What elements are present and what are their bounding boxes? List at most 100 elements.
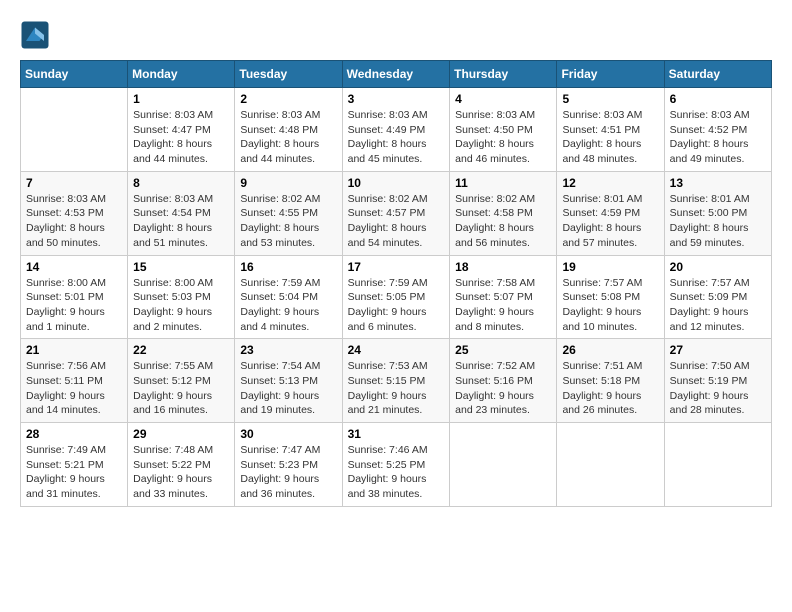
day-number: 28 — [26, 427, 122, 441]
calendar-header-row: SundayMondayTuesdayWednesdayThursdayFrid… — [21, 61, 772, 88]
calendar-cell: 28 Sunrise: 7:49 AMSunset: 5:21 PMDayligh… — [21, 423, 128, 507]
calendar-cell: 14Sunrise: 8:00 AMSunset: 5:01 PMDayligh… — [21, 255, 128, 339]
day-number: 5 — [562, 92, 658, 106]
day-number: 14 — [26, 260, 122, 274]
calendar-cell: 19 Sunrise: 7:57 AMSunset: 5:08 PMDayligh… — [557, 255, 664, 339]
calendar-week-row: 14Sunrise: 8:00 AMSunset: 5:01 PMDayligh… — [21, 255, 772, 339]
day-number: 8 — [133, 176, 229, 190]
calendar-cell: 25 Sunrise: 7:52 AMSunset: 5:16 PMDayligh… — [450, 339, 557, 423]
day-info: Sunrise: 7:56 AMSunset: 5:11 PMDaylight:… — [26, 359, 122, 418]
day-info: Sunrise: 8:00 AMSunset: 5:03 PMDaylight:… — [133, 276, 229, 335]
day-number: 16 — [240, 260, 336, 274]
day-info: Sunrise: 8:03 AMSunset: 4:52 PMDaylight:… — [670, 108, 766, 167]
day-info: Sunrise: 7:58 AMSunset: 5:07 PMDaylight:… — [455, 276, 551, 335]
day-number: 19 — [562, 260, 658, 274]
day-info: Sunrise: 8:01 AMSunset: 4:59 PMDaylight:… — [562, 192, 658, 251]
calendar-cell — [21, 88, 128, 172]
day-info: Sunrise: 8:03 AMSunset: 4:47 PMDaylight:… — [133, 108, 229, 167]
day-info: Sunrise: 7:57 AMSunset: 5:09 PMDaylight:… — [670, 276, 766, 335]
day-number: 4 — [455, 92, 551, 106]
weekday-header-saturday: Saturday — [664, 61, 771, 88]
calendar-cell — [664, 423, 771, 507]
day-number: 29 — [133, 427, 229, 441]
day-number: 25 — [455, 343, 551, 357]
calendar-cell: 22 Sunrise: 7:55 AMSunset: 5:12 PMDayligh… — [128, 339, 235, 423]
day-number: 10 — [348, 176, 445, 190]
day-number: 21 — [26, 343, 122, 357]
calendar-cell: 8 Sunrise: 8:03 AMSunset: 4:54 PMDaylight… — [128, 171, 235, 255]
calendar-week-row: 21 Sunrise: 7:56 AMSunset: 5:11 PMDayligh… — [21, 339, 772, 423]
day-number: 26 — [562, 343, 658, 357]
day-info: Sunrise: 8:03 AMSunset: 4:54 PMDaylight:… — [133, 192, 229, 251]
day-number: 7 — [26, 176, 122, 190]
day-info: Sunrise: 7:59 AMSunset: 5:04 PMDaylight:… — [240, 276, 336, 335]
calendar-cell: 4 Sunrise: 8:03 AMSunset: 4:50 PMDaylight… — [450, 88, 557, 172]
calendar-cell: 7 Sunrise: 8:03 AMSunset: 4:53 PMDaylight… — [21, 171, 128, 255]
day-number: 30 — [240, 427, 336, 441]
calendar-cell: 27 Sunrise: 7:50 AMSunset: 5:19 PMDayligh… — [664, 339, 771, 423]
calendar-cell: 26 Sunrise: 7:51 AMSunset: 5:18 PMDayligh… — [557, 339, 664, 423]
day-number: 3 — [348, 92, 445, 106]
day-info: Sunrise: 7:55 AMSunset: 5:12 PMDaylight:… — [133, 359, 229, 418]
calendar-cell: 2 Sunrise: 8:03 AMSunset: 4:48 PMDaylight… — [235, 88, 342, 172]
day-info: Sunrise: 7:50 AMSunset: 5:19 PMDaylight:… — [670, 359, 766, 418]
day-info: Sunrise: 7:52 AMSunset: 5:16 PMDaylight:… — [455, 359, 551, 418]
weekday-header-sunday: Sunday — [21, 61, 128, 88]
day-info: Sunrise: 7:53 AMSunset: 5:15 PMDaylight:… — [348, 359, 445, 418]
day-info: Sunrise: 7:57 AMSunset: 5:08 PMDaylight:… — [562, 276, 658, 335]
day-number: 22 — [133, 343, 229, 357]
calendar-week-row: 28 Sunrise: 7:49 AMSunset: 5:21 PMDayligh… — [21, 423, 772, 507]
day-info: Sunrise: 8:02 AMSunset: 4:55 PMDaylight:… — [240, 192, 336, 251]
calendar-cell: 23 Sunrise: 7:54 AMSunset: 5:13 PMDayligh… — [235, 339, 342, 423]
day-number: 24 — [348, 343, 445, 357]
calendar-cell: 3 Sunrise: 8:03 AMSunset: 4:49 PMDaylight… — [342, 88, 450, 172]
day-number: 13 — [670, 176, 766, 190]
day-info: Sunrise: 7:46 AMSunset: 5:25 PMDaylight:… — [348, 443, 445, 502]
day-info: Sunrise: 8:02 AMSunset: 4:57 PMDaylight:… — [348, 192, 445, 251]
calendar-week-row: 1 Sunrise: 8:03 AMSunset: 4:47 PMDaylight… — [21, 88, 772, 172]
calendar-table: SundayMondayTuesdayWednesdayThursdayFrid… — [20, 60, 772, 507]
day-number: 2 — [240, 92, 336, 106]
day-info: Sunrise: 7:51 AMSunset: 5:18 PMDaylight:… — [562, 359, 658, 418]
calendar-cell: 15 Sunrise: 8:00 AMSunset: 5:03 PMDayligh… — [128, 255, 235, 339]
calendar-cell — [450, 423, 557, 507]
day-number: 6 — [670, 92, 766, 106]
calendar-cell: 5Sunrise: 8:03 AMSunset: 4:51 PMDaylight… — [557, 88, 664, 172]
day-number: 31 — [348, 427, 445, 441]
day-info: Sunrise: 7:47 AMSunset: 5:23 PMDaylight:… — [240, 443, 336, 502]
calendar-cell: 12Sunrise: 8:01 AMSunset: 4:59 PMDayligh… — [557, 171, 664, 255]
day-number: 1 — [133, 92, 229, 106]
day-info: Sunrise: 8:03 AMSunset: 4:48 PMDaylight:… — [240, 108, 336, 167]
weekday-header-thursday: Thursday — [450, 61, 557, 88]
day-number: 15 — [133, 260, 229, 274]
day-info: Sunrise: 7:59 AMSunset: 5:05 PMDaylight:… — [348, 276, 445, 335]
calendar-cell: 24 Sunrise: 7:53 AMSunset: 5:15 PMDayligh… — [342, 339, 450, 423]
calendar-cell: 18Sunrise: 7:58 AMSunset: 5:07 PMDayligh… — [450, 255, 557, 339]
day-number: 27 — [670, 343, 766, 357]
page-header — [20, 20, 772, 50]
logo — [20, 20, 54, 50]
calendar-cell: 13 Sunrise: 8:01 AMSunset: 5:00 PMDayligh… — [664, 171, 771, 255]
day-number: 9 — [240, 176, 336, 190]
day-info: Sunrise: 8:01 AMSunset: 5:00 PMDaylight:… — [670, 192, 766, 251]
calendar-cell: 16 Sunrise: 7:59 AMSunset: 5:04 PMDayligh… — [235, 255, 342, 339]
calendar-cell: 9 Sunrise: 8:02 AMSunset: 4:55 PMDaylight… — [235, 171, 342, 255]
day-info: Sunrise: 7:49 AMSunset: 5:21 PMDaylight:… — [26, 443, 122, 502]
day-info: Sunrise: 7:54 AMSunset: 5:13 PMDaylight:… — [240, 359, 336, 418]
calendar-cell: 20Sunrise: 7:57 AMSunset: 5:09 PMDayligh… — [664, 255, 771, 339]
day-info: Sunrise: 8:03 AMSunset: 4:49 PMDaylight:… — [348, 108, 445, 167]
logo-icon — [20, 20, 50, 50]
day-number: 23 — [240, 343, 336, 357]
day-info: Sunrise: 8:03 AMSunset: 4:50 PMDaylight:… — [455, 108, 551, 167]
weekday-header-friday: Friday — [557, 61, 664, 88]
calendar-cell: 10 Sunrise: 8:02 AMSunset: 4:57 PMDayligh… — [342, 171, 450, 255]
calendar-week-row: 7 Sunrise: 8:03 AMSunset: 4:53 PMDaylight… — [21, 171, 772, 255]
weekday-header-wednesday: Wednesday — [342, 61, 450, 88]
calendar-cell: 1 Sunrise: 8:03 AMSunset: 4:47 PMDaylight… — [128, 88, 235, 172]
day-number: 11 — [455, 176, 551, 190]
day-info: Sunrise: 8:03 AMSunset: 4:53 PMDaylight:… — [26, 192, 122, 251]
calendar-cell: 31 Sunrise: 7:46 AMSunset: 5:25 PMDayligh… — [342, 423, 450, 507]
calendar-cell — [557, 423, 664, 507]
weekday-header-tuesday: Tuesday — [235, 61, 342, 88]
calendar-cell: 17Sunrise: 7:59 AMSunset: 5:05 PMDayligh… — [342, 255, 450, 339]
